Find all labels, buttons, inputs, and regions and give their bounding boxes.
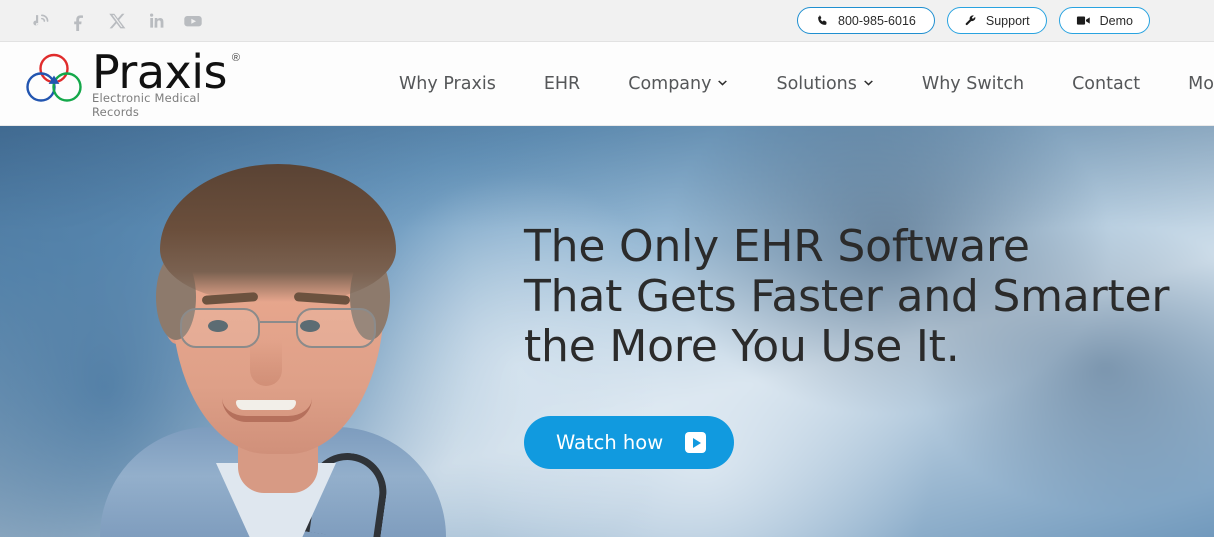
nav-label-why-switch: Why Switch bbox=[921, 73, 1025, 94]
nav-item-more[interactable]: More bbox=[1164, 74, 1214, 94]
page-root: 800-985-6016 Support Demo Praxis ® Elect… bbox=[0, 0, 1214, 537]
social-links bbox=[30, 10, 204, 32]
nav-item-why-switch[interactable]: Why Switch bbox=[898, 74, 1048, 94]
chevron-down-icon bbox=[718, 80, 728, 86]
main-navigation-bar: Praxis ® Electronic Medical Records Why … bbox=[0, 42, 1214, 126]
linkedin-icon[interactable] bbox=[144, 10, 166, 32]
hero-headline-line-2: That Gets Faster and Smarter bbox=[524, 271, 1170, 322]
utility-buttons: 800-985-6016 Support Demo bbox=[797, 7, 1150, 34]
hero-content: The Only EHR Software That Gets Faster a… bbox=[524, 221, 1170, 469]
chevron-down-icon bbox=[864, 80, 873, 86]
video-camera-icon bbox=[1076, 14, 1091, 27]
eyeglass-bridge bbox=[260, 321, 296, 323]
doctor-nose bbox=[250, 340, 282, 386]
nav-label-ehr: EHR bbox=[543, 73, 581, 94]
eyeglass-lens-left bbox=[180, 308, 260, 348]
logo-wordmark: Praxis bbox=[92, 45, 228, 99]
doctor-smile bbox=[222, 398, 312, 422]
nav-label-contact: Contact bbox=[1072, 73, 1141, 94]
nav-item-solutions[interactable]: Solutions bbox=[752, 74, 897, 94]
blog-icon[interactable] bbox=[30, 10, 52, 32]
nav-item-company[interactable]: Company bbox=[604, 74, 752, 94]
hero-banner: The Only EHR Software That Gets Faster a… bbox=[0, 126, 1214, 537]
phone-pill-label: 800-985-6016 bbox=[838, 13, 916, 28]
nav-item-contact[interactable]: Contact bbox=[1048, 74, 1164, 94]
nav-item-why-praxis[interactable]: Why Praxis bbox=[375, 74, 520, 94]
demo-pill[interactable]: Demo bbox=[1058, 7, 1150, 34]
phone-pill[interactable]: 800-985-6016 bbox=[797, 7, 935, 34]
registered-trademark-mark: ® bbox=[231, 52, 240, 64]
support-pill[interactable]: Support bbox=[946, 7, 1047, 34]
nav-label-solutions: Solutions bbox=[776, 73, 857, 94]
nav-item-ehr[interactable]: EHR bbox=[520, 74, 604, 94]
top-utility-bar: 800-985-6016 Support Demo bbox=[0, 0, 1214, 42]
nav-label-more: More bbox=[1188, 73, 1214, 94]
doctor-hair bbox=[160, 164, 396, 302]
praxis-logo-mark bbox=[26, 53, 82, 102]
nav-label-company: Company bbox=[628, 73, 712, 94]
hero-headline: The Only EHR Software That Gets Faster a… bbox=[524, 221, 1170, 372]
watch-how-label: Watch how bbox=[556, 431, 664, 454]
watch-how-button[interactable]: Watch how bbox=[524, 416, 735, 469]
play-icon bbox=[685, 432, 707, 453]
x-twitter-icon[interactable] bbox=[106, 10, 128, 32]
hero-headline-line-1: The Only EHR Software bbox=[524, 221, 1030, 272]
phone-icon bbox=[816, 14, 829, 27]
doctor-portrait-image bbox=[98, 144, 448, 537]
praxis-logo-text: Praxis ® Electronic Medical Records bbox=[92, 45, 240, 119]
wrench-icon bbox=[964, 14, 977, 27]
demo-pill-label: Demo bbox=[1099, 13, 1133, 28]
support-pill-label: Support bbox=[985, 13, 1030, 28]
nav-label-why-praxis: Why Praxis bbox=[399, 73, 496, 94]
eyeglass-lens-right bbox=[296, 308, 376, 348]
nav-items: Why Praxis EHR Company Solutions Why Swi… bbox=[375, 74, 1214, 94]
youtube-icon[interactable] bbox=[182, 10, 204, 32]
hero-headline-line-3: the More You Use It. bbox=[524, 321, 960, 372]
facebook-icon[interactable] bbox=[68, 10, 90, 32]
praxis-logo[interactable]: Praxis ® Electronic Medical Records bbox=[24, 45, 240, 119]
